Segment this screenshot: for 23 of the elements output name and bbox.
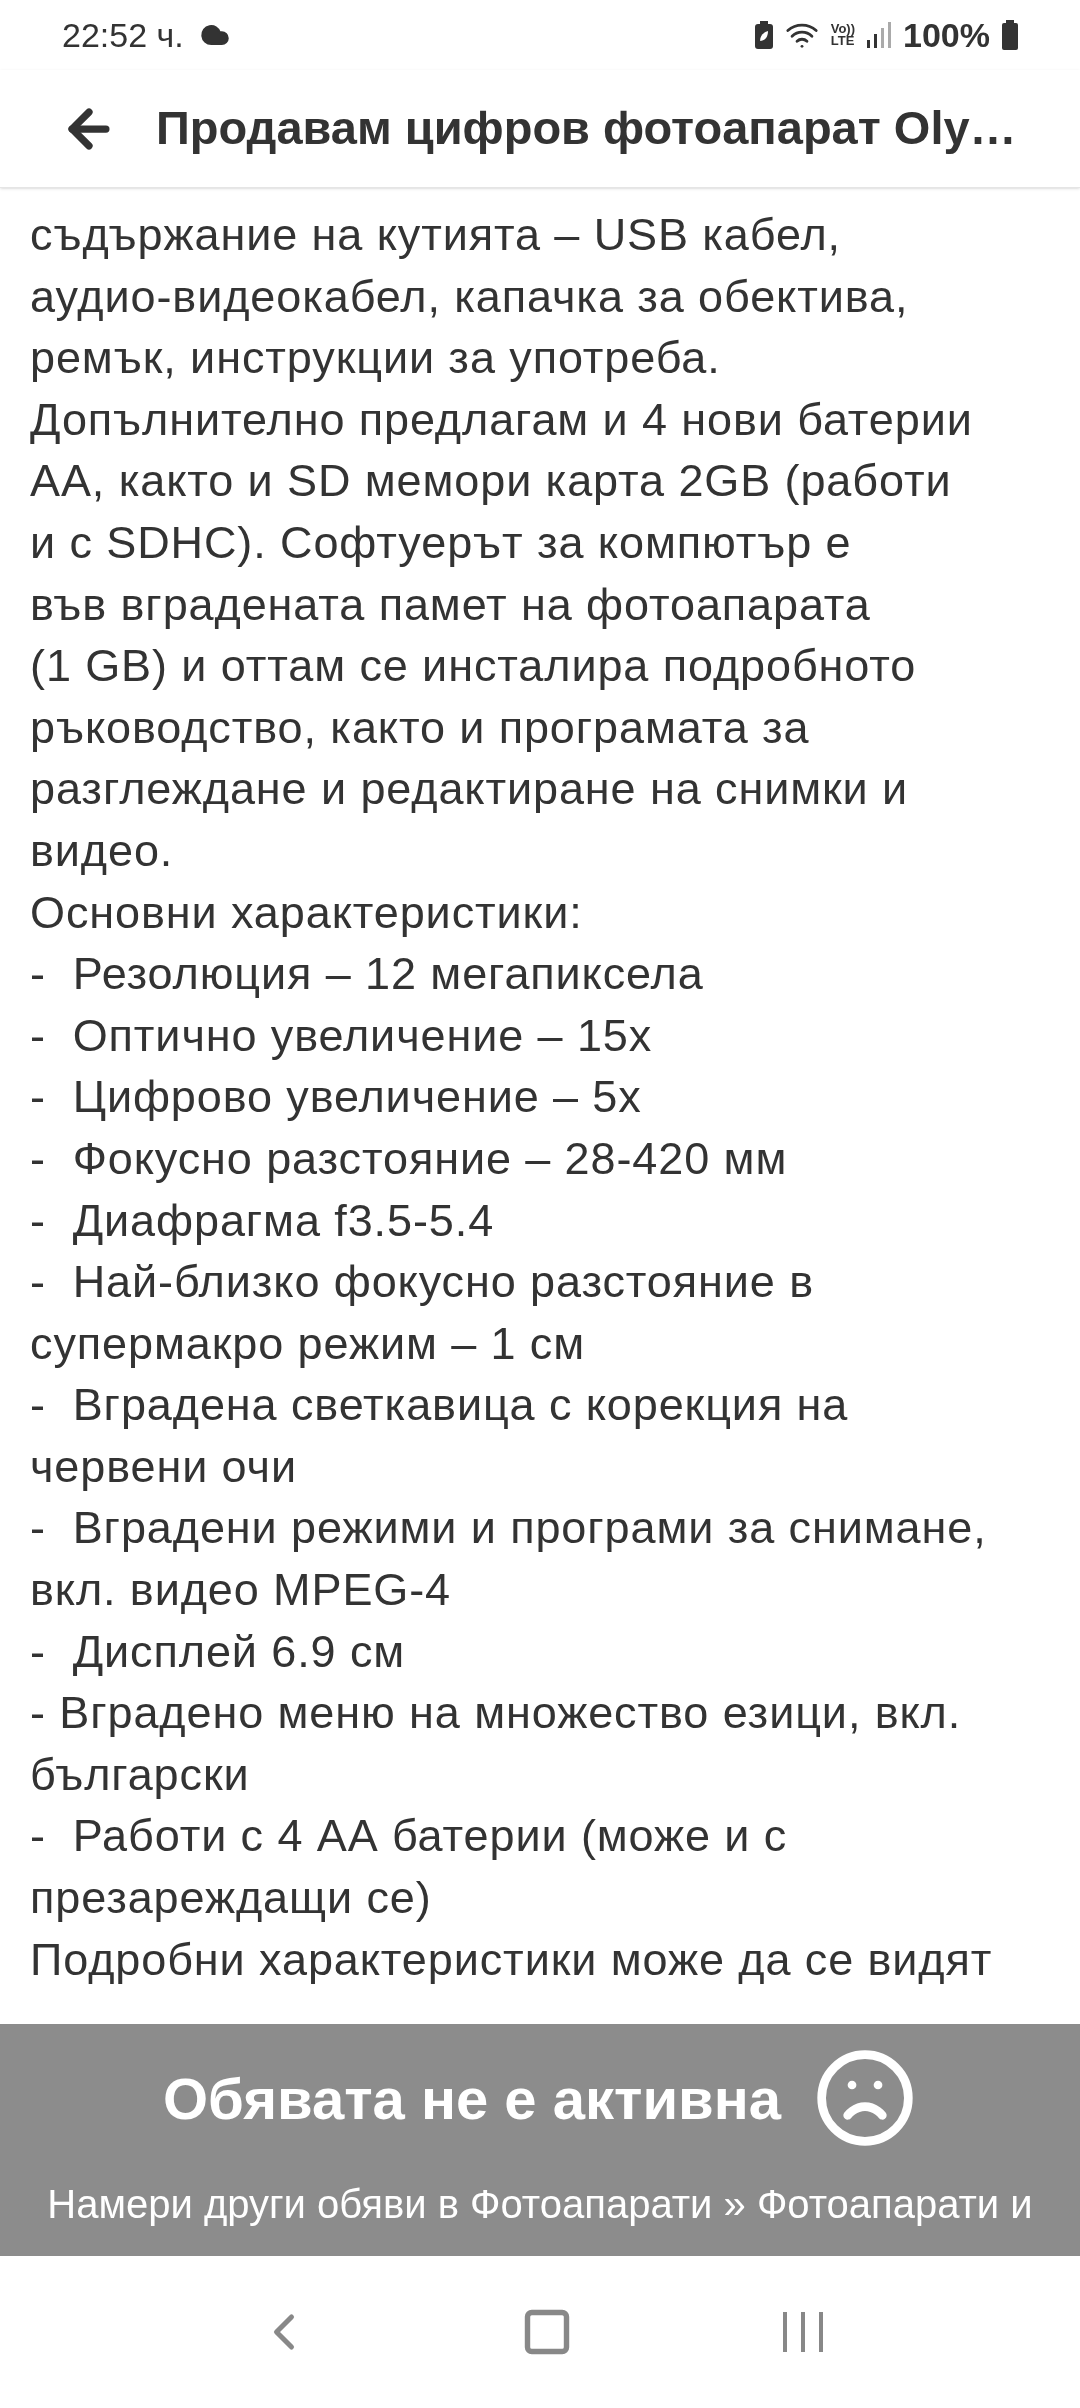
description-text: - Най-близко фокусно разстояние в супермакро режим – 1 см (30, 1255, 814, 1371)
description-text: - Вградено меню на множество езици, вкл. български (30, 1686, 962, 1802)
battery-saver-icon (754, 21, 773, 49)
description-text: - Вградена светкавица с корекция на червени очи (30, 1378, 849, 1494)
banner-title: Обявата не е активна (163, 2064, 781, 2133)
description-text: - Диафрагма f3.5-5.4 (30, 1193, 495, 1248)
description-text: - Работи с 4 АА батерии (може и с презареждащи се) (30, 1809, 788, 1926)
clock: 22:52 ч. (62, 14, 184, 56)
battery-percent: 100% (903, 14, 990, 56)
category-link[interactable]: Намери други обяви в Фотоапарати » Фотоапарати и (47, 2174, 1033, 2234)
signal-icon (867, 22, 892, 48)
description-text: - Резолюция – 12 мегапиксела (30, 947, 704, 1002)
description-text: - Фокусно разстояние – 28-420 мм (30, 1131, 788, 1186)
page-title: Продавам цифров фотоапарат Oly… (156, 100, 1017, 157)
description-text: - Оптично увеличение – 15х (30, 1008, 653, 1063)
battery-icon (1002, 20, 1018, 50)
description-text: Подробни характеристики може да се видят (30, 1932, 993, 1987)
description-text: - Цифрово увеличение – 5х (30, 1070, 642, 1125)
description-text: съдържание на кутията – USB кабел, аудио-видеокабел, капачка за обектива, ремък, инструкции за употреба. Допълнително предлагам и 4 нови батерии АА, както и SD мемори карта 2GB (работи и с SDHC). Софтуерът за компютър е във вградената памет на фотоапарата (1 GB) и оттам се инсталира подробното ръководство, както и програмата за разглеждане и редактиране на снимки и видео. (30, 208, 973, 878)
description-text: Основни характеристики: (30, 885, 583, 940)
volte-indicator: Vo)) LTE (830, 23, 856, 47)
description-text: - Вградени режими и програми за снимане, вкл. видео MPEG-4 (30, 1501, 987, 1618)
description-text: - Дисплей 6.9 см (30, 1624, 406, 1679)
